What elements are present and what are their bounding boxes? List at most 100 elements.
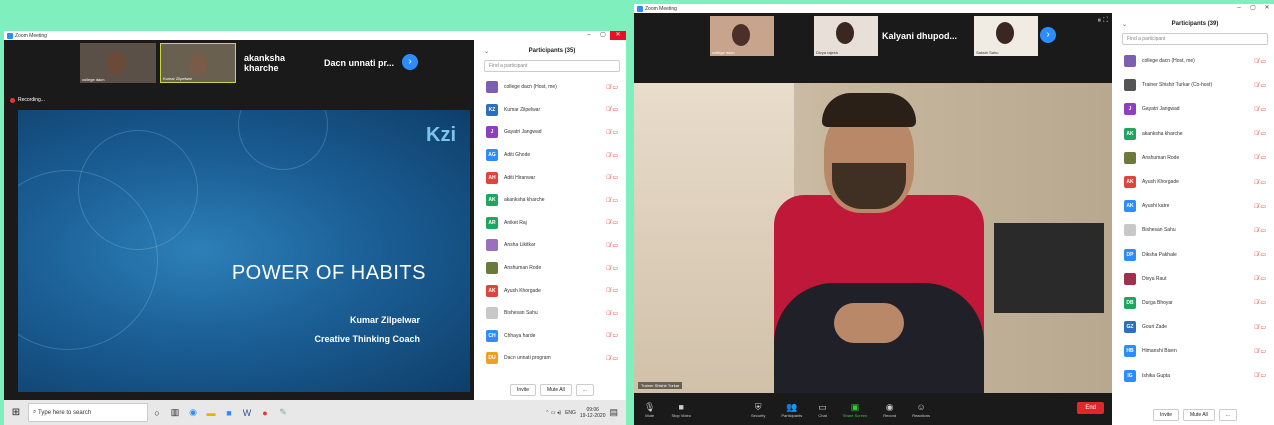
mic-camera-status-icon[interactable]: 🎙̸ ▭ <box>606 106 618 113</box>
invite-button[interactable]: Invite <box>510 384 536 396</box>
notification-icon[interactable]: ▤ <box>609 407 618 418</box>
participant-row[interactable]: HB Himanshi Bisen 🎙̸ ▭ <box>1116 339 1274 363</box>
participant-row[interactable]: Divya Raut 🎙̸ ▭ <box>1116 267 1274 291</box>
mic-camera-status-icon[interactable]: 🎙̸ ▭ <box>606 355 618 362</box>
participant-row[interactable]: CH Chhaya harde 🎙̸ ▭ <box>478 325 626 348</box>
video-tile[interactable]: college dacn <box>80 43 156 83</box>
participant-row[interactable]: KZ Kumar Zilpelwar 🎙̸ ▭ <box>478 99 626 122</box>
close-button[interactable]: ✕ <box>610 31 626 40</box>
view-toggle-icon[interactable]: ⏸ ⛶ <box>1098 17 1108 25</box>
participant-row[interactable]: AH Aditi Hiranwar 🎙̸ ▭ <box>478 166 626 189</box>
next-page-button[interactable]: › <box>1040 27 1056 43</box>
record-button[interactable]: ◉ Record <box>883 401 896 418</box>
mic-camera-status-icon[interactable]: 🎙̸ ▭ <box>606 332 618 339</box>
mute-all-button[interactable]: Mute All <box>1182 409 1215 421</box>
participant-row[interactable]: Anshuman Rode 🎙̸ ▭ <box>1116 146 1274 170</box>
mic-camera-status-icon[interactable]: 🎙̸ ▭ <box>1254 179 1266 186</box>
mic-camera-status-icon[interactable]: 🎙̸ ▭ <box>1254 130 1266 137</box>
more-button[interactable]: ... <box>575 384 594 396</box>
mic-camera-status-icon[interactable]: 🎙̸ ▭ <box>606 310 618 317</box>
mic-camera-status-icon[interactable]: 🎙̸ ▭ <box>1254 324 1266 331</box>
participant-search-input[interactable]: Find a participant <box>484 60 620 72</box>
zoom-taskbar-icon[interactable]: ■ <box>220 408 238 418</box>
windows-start-icon[interactable]: ⊞ <box>4 407 28 418</box>
video-tile[interactable]: Sakshi Sahu <box>974 16 1038 56</box>
mic-camera-status-icon[interactable]: 🎙̸ ▭ <box>606 265 618 272</box>
participants-button[interactable]: 👥 Participants <box>781 401 802 418</box>
participant-row[interactable]: AK Ayush Khorgade 🎙̸ ▭ <box>478 279 626 302</box>
mic-camera-status-icon[interactable]: 🎙̸ ▭ <box>606 242 618 249</box>
mic-camera-status-icon[interactable]: 🎙̸ ▭ <box>1254 299 1266 306</box>
minimize-button[interactable]: – <box>582 31 596 40</box>
mic-camera-status-icon[interactable]: 🎙̸ ▭ <box>606 84 618 91</box>
invite-button[interactable]: Invite <box>1153 409 1179 421</box>
participant-row[interactable]: DP Diksha Pakhale 🎙̸ ▭ <box>1116 243 1274 267</box>
clock[interactable]: 09:06 19-12-2020 <box>580 407 606 419</box>
participant-row[interactable]: AK akanksha kharche 🎙̸ ▭ <box>478 189 626 212</box>
mic-camera-status-icon[interactable]: 🎙̸ ▭ <box>1254 106 1266 113</box>
participant-row[interactable]: GZ Gouri Zade 🎙̸ ▭ <box>1116 315 1274 339</box>
mute-all-button[interactable]: Mute All <box>539 384 572 396</box>
close-button[interactable]: ✕ <box>1260 4 1274 13</box>
text-tile[interactable]: akanksha kharche <box>240 43 320 83</box>
reactions-button[interactable]: ☺ Reactions <box>912 401 930 418</box>
maximize-button[interactable]: ▢ <box>1246 4 1260 13</box>
video-tile[interactable]: college dacn <box>710 16 774 56</box>
chevron-down-icon[interactable]: ⌄ <box>1122 21 1127 28</box>
maximize-button[interactable]: ▢ <box>596 31 610 40</box>
participant-row[interactable]: AR Aniket Raj 🎙̸ ▭ <box>478 212 626 235</box>
participant-row[interactable]: Bishesan Sahu 🎙̸ ▭ <box>1116 218 1274 242</box>
paint-icon[interactable]: ✎ <box>274 407 292 418</box>
mic-camera-status-icon[interactable]: 🎙̸ ▭ <box>606 219 618 226</box>
mic-camera-status-icon[interactable]: 🎙̸ ▭ <box>1254 348 1266 355</box>
edge-icon[interactable]: ◉ <box>184 407 202 418</box>
participant-row[interactable]: DB Durga Bhoyar 🎙̸ ▭ <box>1116 291 1274 315</box>
file-explorer-icon[interactable]: ▬ <box>202 408 220 418</box>
tray-icons[interactable]: ⌃ ▭ ◂) <box>545 410 561 416</box>
minimize-button[interactable]: – <box>1232 4 1246 13</box>
next-page-button[interactable]: › <box>402 54 418 70</box>
more-button[interactable]: ... <box>1218 409 1237 421</box>
mic-camera-status-icon[interactable]: 🎙̸ ▭ <box>606 174 618 181</box>
mic-camera-status-icon[interactable]: 🎙̸ ▭ <box>606 129 618 136</box>
participant-search-input[interactable]: Find a participant <box>1122 33 1268 45</box>
mic-camera-status-icon[interactable]: 🎙̸ ▭ <box>606 197 618 204</box>
participant-row[interactable]: J Gayatri Jangwad 🎙̸ ▭ <box>478 121 626 144</box>
participant-row[interactable]: AK Ayushi katre 🎙̸ ▭ <box>1116 194 1274 218</box>
mic-camera-status-icon[interactable]: 🎙̸ ▭ <box>1254 251 1266 258</box>
task-view-icon[interactable]: ○ <box>148 408 166 418</box>
mic-camera-status-icon[interactable]: 🎙̸ ▭ <box>1254 58 1266 65</box>
video-tile-active[interactable]: Kumar Zilpelwar <box>160 43 236 83</box>
text-tile[interactable]: Kalyani dhupod... <box>878 16 958 56</box>
video-tile[interactable]: Divya rajesh <box>814 16 878 56</box>
participant-row[interactable]: J Gayatri Jangwad 🎙̸ ▭ <box>1116 97 1274 121</box>
mic-camera-status-icon[interactable]: 🎙̸ ▭ <box>1254 372 1266 379</box>
stop-video-button[interactable]: ■ Stop Video <box>671 401 691 418</box>
chevron-down-icon[interactable]: ⌄ <box>484 48 489 55</box>
participant-row[interactable]: Ansha Likitkar 🎙̸ ▭ <box>478 234 626 257</box>
participant-row[interactable]: college dacn (Host, me) 🎙̸ ▭ <box>1116 49 1274 73</box>
mic-camera-status-icon[interactable]: 🎙̸ ▭ <box>1254 227 1266 234</box>
participant-row[interactable]: DU Dacn unnati program 🎙̸ ▭ <box>478 347 626 370</box>
taskbar-search[interactable]: ⌕ Type here to search <box>28 403 148 422</box>
chat-button[interactable]: ▭ Chat <box>818 401 827 418</box>
participant-row[interactable]: Bishesan Sahu 🎙̸ ▭ <box>478 302 626 325</box>
participant-row[interactable]: IG Ishika Gupta 🎙̸ ▭ <box>1116 363 1274 387</box>
security-button[interactable]: ⛨ Security <box>751 401 765 418</box>
text-tile[interactable]: Dacn unnati pr... <box>320 43 404 83</box>
participant-row[interactable]: AK Ayush Khorgade 🎙̸ ▭ <box>1116 170 1274 194</box>
mic-camera-status-icon[interactable]: 🎙̸ ▭ <box>606 152 618 159</box>
mic-camera-status-icon[interactable]: 🎙̸ ▭ <box>1254 275 1266 282</box>
participant-row[interactable]: Anshuman Rode 🎙̸ ▭ <box>478 257 626 280</box>
word-icon[interactable]: W <box>238 408 256 418</box>
taskbar-app-icon[interactable]: ▥ <box>166 407 184 418</box>
participant-row[interactable]: AK akanksha kharche 🎙̸ ▭ <box>1116 122 1274 146</box>
end-meeting-button[interactable]: End <box>1077 402 1104 414</box>
mic-camera-status-icon[interactable]: 🎙̸ ▭ <box>1254 154 1266 161</box>
mute-button[interactable]: 🎙 Mute <box>644 401 655 418</box>
participant-row[interactable]: AG Aditi Ghode 🎙̸ ▭ <box>478 144 626 167</box>
share-screen-button[interactable]: ▣ Share Screen <box>843 401 867 418</box>
mic-camera-status-icon[interactable]: 🎙̸ ▭ <box>1254 82 1266 89</box>
mic-camera-status-icon[interactable]: 🎙̸ ▭ <box>1254 203 1266 210</box>
language-indicator[interactable]: ENG <box>565 410 576 416</box>
